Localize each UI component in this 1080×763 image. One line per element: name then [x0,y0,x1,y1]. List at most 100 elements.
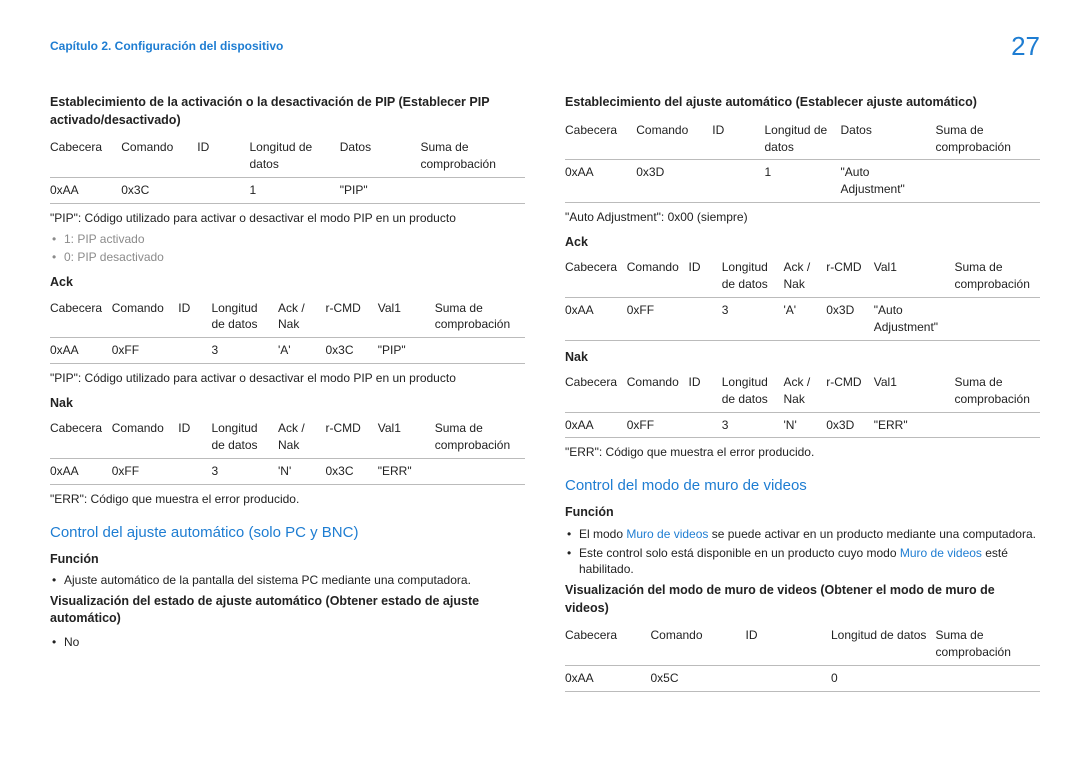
td: 'N' [784,412,827,438]
th: Longitud de datos [722,370,784,412]
left-column: Establecimiento de la activación o la de… [50,90,525,697]
table-auto-set: Cabecera Comando ID Longitud de datos Da… [565,118,1040,203]
td [435,338,525,364]
td: 0xFF [112,458,179,484]
td: 0x3C [326,338,378,364]
td: 'N' [278,458,326,484]
text-part: Este control solo está disponible en un … [579,546,900,560]
td [936,160,1041,203]
th: Cabecera [50,416,112,458]
bullet-list: 1: PIP activado 0: PIP desactivado [50,231,525,267]
td [689,412,722,438]
th: Longitud de datos [250,135,340,177]
th: ID [178,416,211,458]
note-text: "Auto Adjustment": 0x00 (siempre) [565,209,1040,226]
td: 0xAA [50,458,112,484]
td: 0x3C [326,458,378,484]
th: Cabecera [565,623,651,665]
th: Suma de comprobación [936,118,1041,160]
th: Longitud de datos [765,118,841,160]
list-item: 1: PIP activado [50,231,525,248]
td [955,412,1041,438]
td: 0xFF [627,412,689,438]
th: Comando [627,370,689,412]
note-text: "ERR": Código que muestra el error produ… [50,491,525,508]
th: Comando [112,416,179,458]
td: 0xAA [565,297,627,340]
td [178,338,211,364]
list-item: Ajuste automático de la pantalla del sis… [50,572,525,589]
td: 0x3C [121,177,197,203]
section-title: Visualización del estado de ajuste autom… [50,593,525,628]
table-pip-set: Cabecera Comando ID Longitud de datos Da… [50,135,525,203]
subheading: Nak [565,349,1040,367]
th: Ack / Nak [784,255,827,297]
th: Ack / Nak [784,370,827,412]
td: 0xFF [627,297,689,340]
th: Comando [121,135,197,177]
td: "PIP" [340,177,421,203]
td [746,665,832,691]
th: Cabecera [565,255,627,297]
td: 0xAA [50,338,112,364]
note-text: "ERR": Código que muestra el error produ… [565,444,1040,461]
td [936,665,1041,691]
content-columns: Establecimiento de la activación o la de… [50,90,1040,697]
th: Longitud de datos [212,296,279,338]
td: 1 [250,177,340,203]
blue-term: Muro de videos [626,527,708,541]
td: 'A' [278,338,326,364]
list-item: 0: PIP desactivado [50,249,525,266]
th: Cabecera [50,135,121,177]
td: 3 [212,458,279,484]
td [421,177,526,203]
note-text: "PIP": Código utilizado para activar o d… [50,370,525,387]
th: Datos [841,118,936,160]
td: 0xFF [112,338,179,364]
td: 0xAA [565,160,636,203]
th: Cabecera [50,296,112,338]
td [197,177,249,203]
th: r-CMD [326,416,378,458]
th: Suma de comprobación [955,255,1041,297]
th: Longitud de datos [831,623,936,665]
td: "Auto Adjustment" [841,160,936,203]
td: 3 [722,297,784,340]
td [178,458,211,484]
subheading: Nak [50,395,525,413]
table-wall-get: Cabecera Comando ID Longitud de datos Su… [565,623,1040,691]
th: ID [689,370,722,412]
td: 0x5C [651,665,746,691]
th: Suma de comprobación [955,370,1041,412]
th: Val1 [378,416,435,458]
document-page: Capítulo 2. Configuración del dispositiv… [0,0,1080,763]
td: 0x3D [826,297,874,340]
td: 1 [765,160,841,203]
bullet-list: No [50,634,525,651]
td [435,458,525,484]
subheading: Función [565,504,1040,522]
th: Suma de comprobación [435,296,525,338]
td [712,160,764,203]
table-pip-nak: Cabecera Comando ID Longitud de datos Ac… [50,416,525,484]
th: Datos [340,135,421,177]
td [955,297,1041,340]
list-item: No [50,634,525,651]
th: ID [689,255,722,297]
th: ID [746,623,832,665]
subheading: Ack [565,234,1040,252]
td: "ERR" [378,458,435,484]
th: Ack / Nak [278,416,326,458]
heading-blue: Control del ajuste automático (solo PC y… [50,522,525,543]
th: Val1 [874,370,955,412]
th: Suma de comprobación [435,416,525,458]
td: "PIP" [378,338,435,364]
th: Val1 [378,296,435,338]
td: 0xAA [565,665,651,691]
td: 0xAA [565,412,627,438]
page-header: Capítulo 2. Configuración del dispositiv… [50,28,1040,64]
section-title: Establecimiento del ajuste automático (E… [565,94,1040,112]
th: Cabecera [565,118,636,160]
th: Suma de comprobación [936,623,1041,665]
right-column: Establecimiento del ajuste automático (E… [565,90,1040,697]
